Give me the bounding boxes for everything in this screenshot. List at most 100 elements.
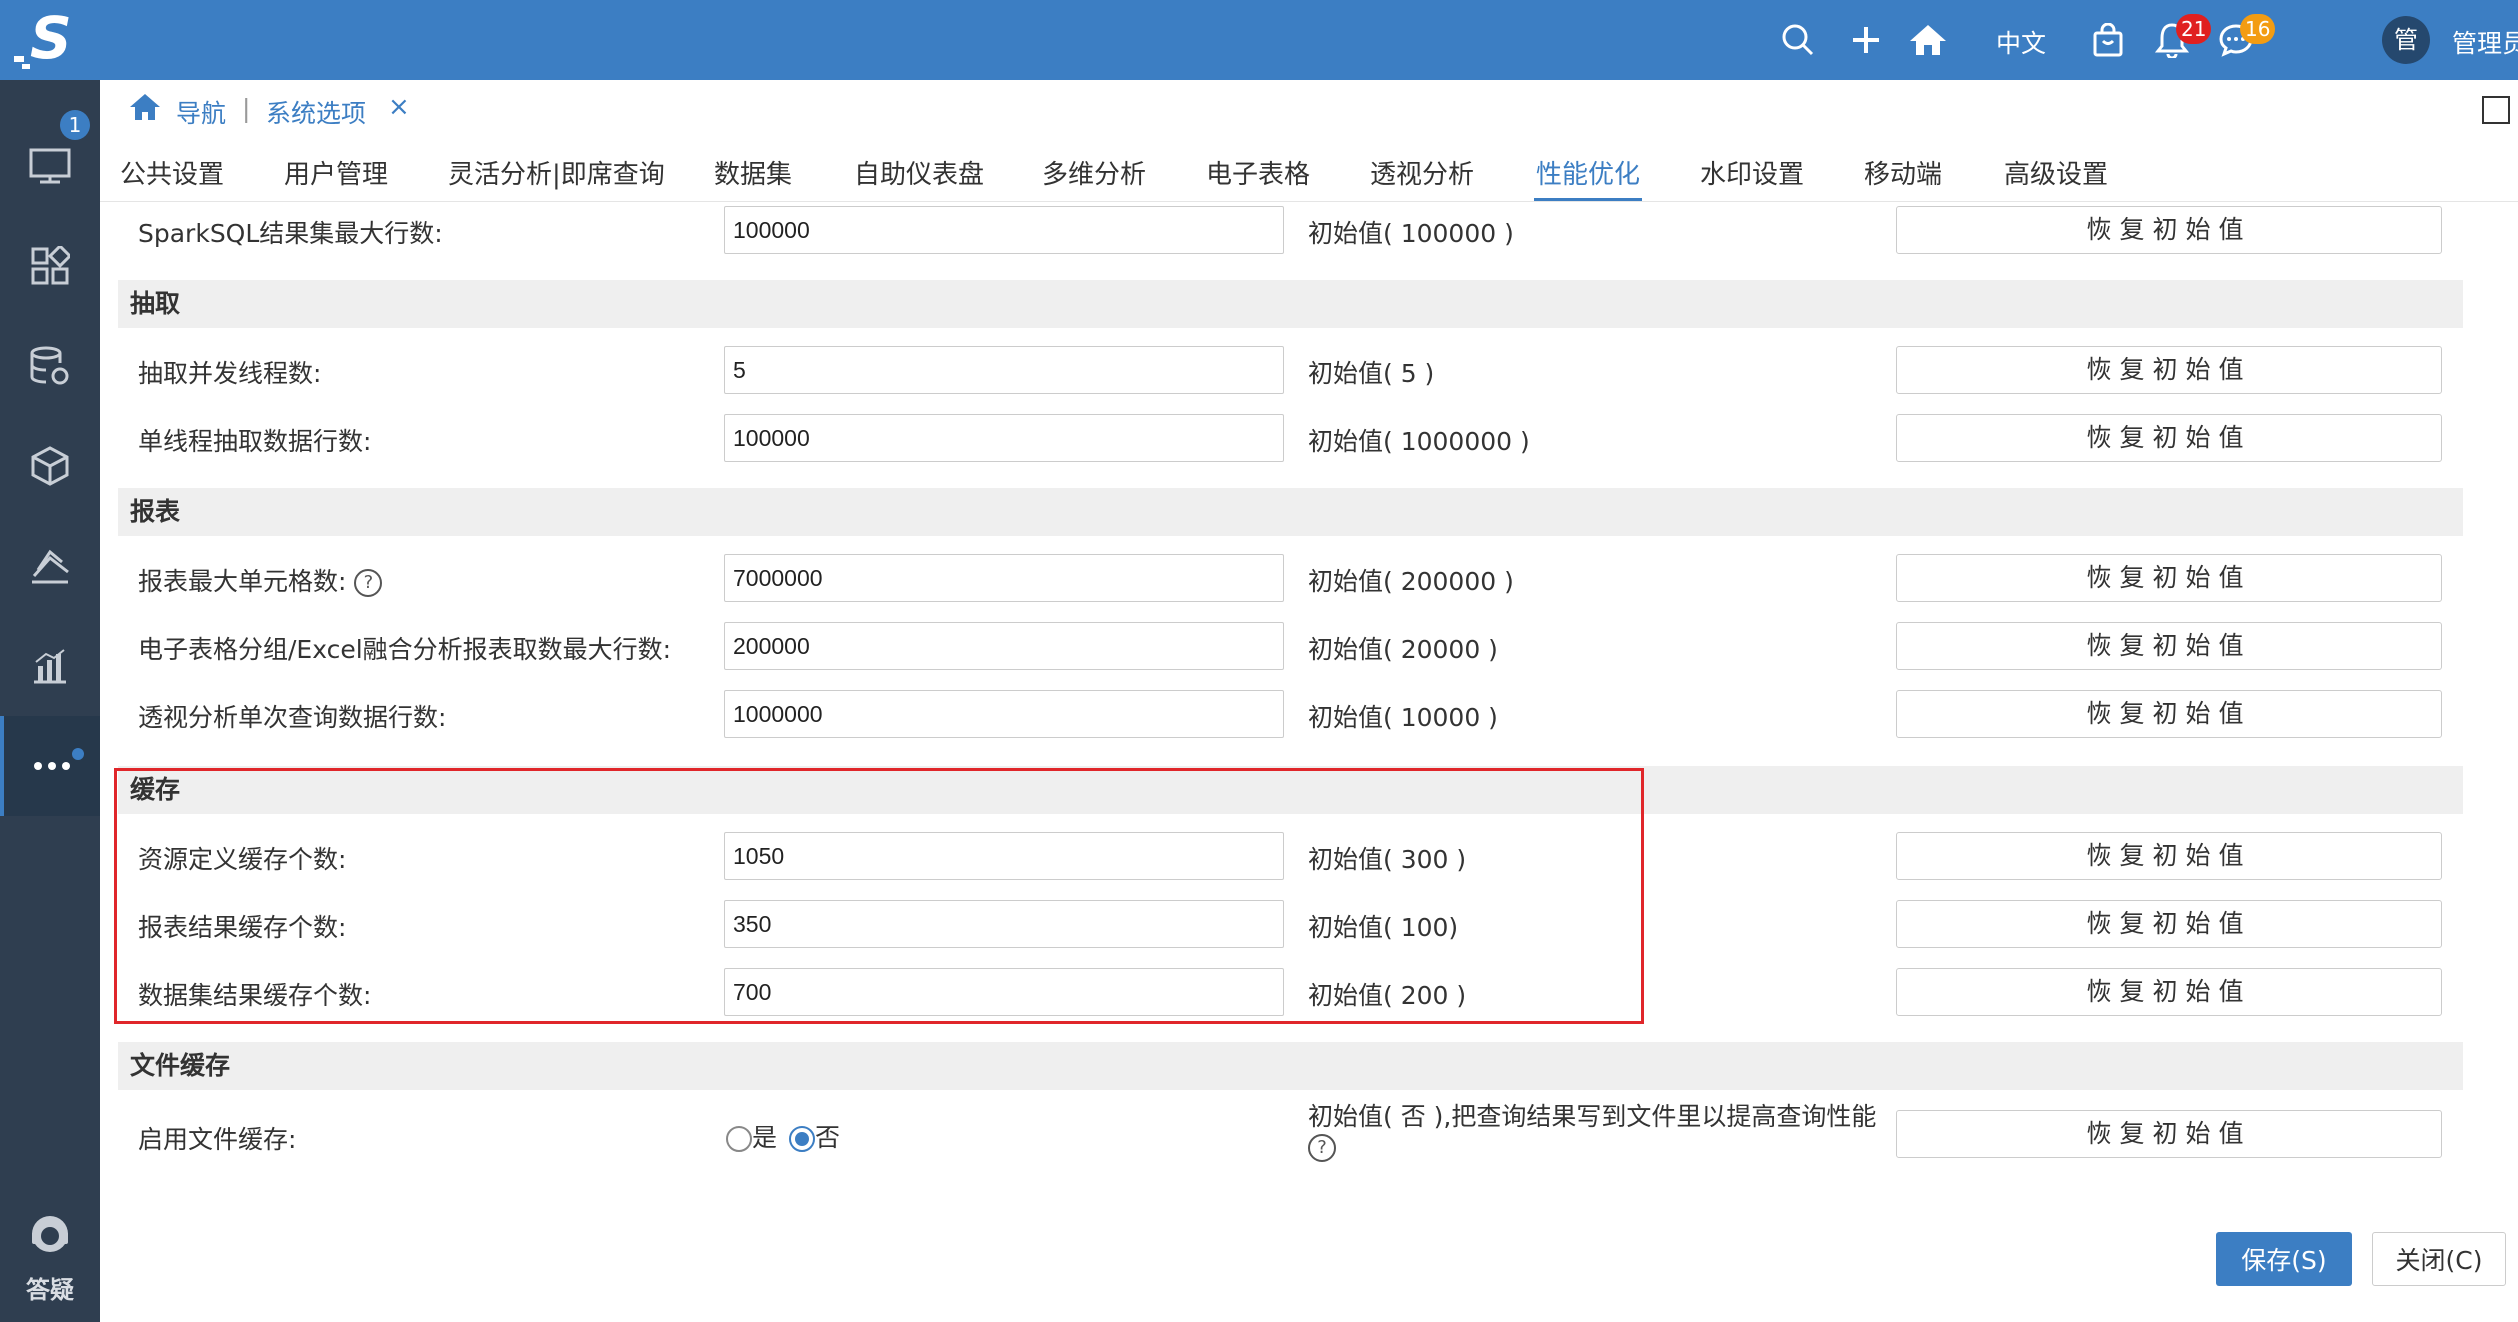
home-icon[interactable] [128,92,162,122]
setting-label: SparkSQL结果集最大行数: [138,219,443,248]
tab-public[interactable]: 公共设置 [120,154,224,191]
breadcrumb-current[interactable]: 系统选项 [266,94,366,130]
restore-default-button[interactable]: 恢复初始值 [1896,832,2442,880]
restore-default-button[interactable]: 恢复初始值 [1896,900,2442,948]
restore-default-button[interactable]: 恢复初始值 [1896,346,2442,394]
app-logo[interactable]: S [0,0,100,80]
tab-olap[interactable]: 多维分析 [1042,154,1146,191]
sidebar-item-dashboard[interactable] [0,216,100,316]
setting-label: 启用文件缓存: [138,1125,297,1154]
default-value-text: 初始值( 1000000 ) [1308,427,1530,456]
add-button[interactable] [1844,18,1888,62]
maximize-icon[interactable] [2482,96,2510,124]
help-label: 答疑 [26,1276,74,1304]
radio-no[interactable] [788,1126,815,1152]
file-cache-default-text: 初始值( 否 ),把查询结果写到文件里以提高查询性能 [1308,1102,1877,1131]
dataset-result-cache-input[interactable] [724,968,1284,1016]
tab-datasets[interactable]: 数据集 [714,154,792,191]
section-header-extract: 抽取 [118,280,2463,328]
default-value-text: 初始值( 5 ) [1308,359,1435,388]
resource-cache-input[interactable] [724,832,1284,880]
setting-label: 透视分析单次查询数据行数: [138,703,447,732]
home-button[interactable] [1906,18,1950,62]
radio-yes-label[interactable]: 是 [752,1123,777,1152]
default-value-text: 初始值( 100) [1308,913,1459,942]
search-icon [1782,24,1814,56]
tab-mobile[interactable]: 移动端 [1864,154,1942,191]
more-icon [34,762,70,770]
sidebar-item-analysis[interactable] [0,516,100,616]
restore-default-button[interactable]: 恢复初始值 [1896,1110,2442,1158]
sidebar-item-datasource[interactable] [0,316,100,416]
extract-threads-input[interactable] [724,346,1284,394]
restore-default-button[interactable]: 恢复初始值 [1896,414,2442,462]
help-icon[interactable]: ? [1308,1134,1336,1162]
sidebar-item-more[interactable] [0,716,100,816]
setting-label-with-help: 报表最大单元格数: ? [138,562,383,598]
close-tab-icon[interactable]: × [388,92,410,122]
bar-chart-icon [34,649,66,684]
username[interactable]: 管理员 [2452,24,2518,60]
pivot-query-rows-input[interactable] [724,690,1284,738]
cube-icon [31,446,69,486]
spark-max-rows-input[interactable] [724,206,1284,254]
default-value-text: 初始值( 200000 ) [1308,567,1514,596]
svg-text:S: S [30,4,72,72]
setting-label: 单线程抽取数据行数: [138,427,372,456]
breadcrumb: 导航 | 系统选项 × [100,80,2518,138]
tab-pivot[interactable]: 透视分析 [1370,154,1474,191]
section-header-file-cache: 文件缓存 [118,1042,2463,1090]
help-icon[interactable]: ? [354,569,383,597]
search-button[interactable] [1776,18,1820,62]
database-gear-icon [30,346,69,385]
sidebar-item-model[interactable] [0,416,100,516]
close-button[interactable]: 关闭(C) [2372,1232,2506,1286]
notifications-badge: 21 [2176,14,2212,44]
default-value-text: 初始值( 20000 ) [1308,635,1498,664]
bag-icon [2093,23,2123,57]
tab-watermark[interactable]: 水印设置 [1700,154,1804,191]
sidebar: S 1 答疑 [0,0,100,1322]
breadcrumb-separator: | [242,94,251,123]
default-value-text: 初始值( 10000 ) [1308,703,1498,732]
cart-button[interactable] [2086,18,2130,62]
home-icon [1910,25,1946,55]
tab-performance[interactable]: 性能优化 [1536,154,1640,191]
tab-users[interactable]: 用户管理 [284,154,388,191]
restore-default-button[interactable]: 恢复初始值 [1896,206,2442,254]
setting-label: 抽取并发线程数: [138,359,322,388]
restore-default-button[interactable]: 恢复初始值 [1896,622,2442,670]
section-header-cache: 缓存 [118,766,2463,814]
tab-dashboard[interactable]: 自助仪表盘 [854,154,984,191]
radio-yes[interactable] [726,1126,752,1152]
default-value-text: 初始值( 200 ) [1308,981,1467,1010]
headset-icon [32,1216,68,1252]
settings-content: SparkSQL结果集最大行数: 初始值( 100000 ) 恢复初始值 抽取 … [118,204,2463,1184]
report-result-cache-input[interactable] [724,900,1284,948]
section-header-report: 报表 [118,488,2463,536]
spreadsheet-max-rows-input[interactable] [724,622,1284,670]
setting-label: 数据集结果缓存个数: [138,981,372,1010]
default-value-text: 初始值( 否 ),把查询结果写到文件里以提高查询性能 ? [1308,1102,1878,1162]
radio-no-label[interactable]: 否 [815,1123,840,1152]
breadcrumb-home[interactable]: 导航 [176,94,226,130]
tab-advanced[interactable]: 高级设置 [2004,154,2108,191]
avatar[interactable]: 管 [2382,16,2430,64]
sidebar-item-reports[interactable] [0,616,100,716]
tab-adhoc[interactable]: 灵活分析|即席查询 [448,154,665,191]
messages-button[interactable]: 16 [2214,14,2276,62]
language-switch[interactable]: 中文 [1996,24,2046,60]
report-max-cells-input[interactable] [724,554,1284,602]
restore-default-button[interactable]: 恢复初始值 [1896,690,2442,738]
tab-spreadsheet[interactable]: 电子表格 [1206,154,1310,191]
help-button[interactable]: 答疑 [0,1200,100,1310]
restore-default-button[interactable]: 恢复初始值 [1896,968,2442,1016]
extract-rows-per-thread-input[interactable] [724,414,1284,462]
restore-default-button[interactable]: 恢复初始值 [1896,554,2442,602]
top-bar: 中文 21 16 管 管理员 [100,0,2518,80]
notifications-button[interactable]: 21 [2150,14,2212,62]
save-button[interactable]: 保存(S) [2216,1232,2352,1286]
sidebar-item-monitor[interactable]: 1 [0,110,100,216]
messages-badge: 16 [2240,14,2276,44]
setting-label: 报表最大单元格数: [138,567,347,596]
